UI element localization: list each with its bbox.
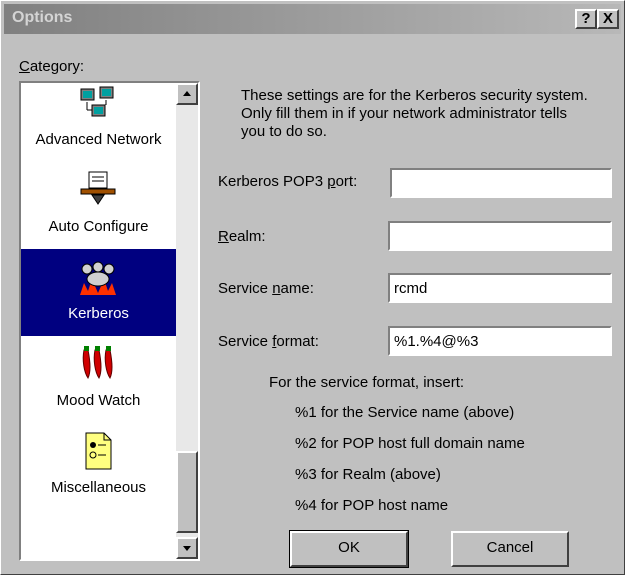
- category-item-label: Mood Watch: [56, 392, 141, 409]
- service-name-field[interactable]: [388, 273, 612, 303]
- scroll-up-button[interactable]: [176, 83, 198, 105]
- format-hint: %4 for POP host name: [295, 497, 449, 514]
- service-name-label: Service name:: [218, 280, 314, 297]
- misc-document-icon: [85, 432, 112, 470]
- kerberos-dog-icon: [80, 261, 116, 295]
- realm-label: Realm:: [218, 228, 266, 245]
- ok-button[interactable]: OK: [289, 530, 409, 568]
- help-button[interactable]: ?: [575, 9, 597, 29]
- arrow-up-icon: [183, 91, 191, 96]
- category-item-mood-watch[interactable]: Mood Watch: [21, 336, 176, 423]
- format-hint: %3 for Realm (above): [295, 466, 441, 483]
- category-item-auto-configure[interactable]: Auto Configure: [21, 162, 176, 249]
- category-item-label: Miscellaneous: [50, 479, 147, 496]
- service-format-field[interactable]: [388, 326, 612, 356]
- format-hint: %2 for POP host full domain name: [295, 435, 525, 452]
- network-computers-icon: [80, 86, 114, 117]
- auto-configure-icon: [80, 171, 116, 205]
- category-item-advanced-network[interactable]: Advanced Network: [21, 83, 176, 162]
- category-item-label: Advanced Network: [35, 131, 162, 148]
- scroll-down-button[interactable]: [176, 537, 198, 559]
- pop3-port-field[interactable]: [390, 168, 612, 198]
- window-title: Options: [12, 9, 73, 26]
- options-dialog: Options ? X Category: Advanced Network A…: [0, 0, 625, 575]
- category-item-kerberos[interactable]: Kerberos: [21, 249, 176, 336]
- kerberos-description: These settings are for the Kerberos secu…: [241, 87, 588, 140]
- category-label: Category:: [19, 58, 85, 75]
- realm-field[interactable]: [388, 221, 612, 251]
- category-scrollbar[interactable]: [176, 83, 198, 559]
- cancel-button[interactable]: Cancel: [451, 531, 569, 567]
- title-bar[interactable]: Options ? X: [4, 4, 621, 34]
- service-format-label: Service format:: [218, 333, 319, 350]
- category-item-miscellaneous[interactable]: Miscellaneous: [21, 423, 176, 510]
- format-hint: %1 for the Service name (above): [295, 404, 515, 421]
- format-heading: For the service format, insert:: [269, 374, 465, 391]
- chili-peppers-icon: [82, 346, 113, 379]
- close-button[interactable]: X: [597, 9, 619, 29]
- scroll-thumb[interactable]: [176, 451, 198, 533]
- category-item-label: Auto Configure: [48, 218, 149, 235]
- pop3-port-label: Kerberos POP3 port:: [218, 173, 358, 190]
- arrow-down-icon: [183, 546, 191, 551]
- category-item-label: Kerberos: [68, 305, 129, 322]
- category-list[interactable]: Advanced Network Auto Configure Kerberos…: [19, 81, 200, 561]
